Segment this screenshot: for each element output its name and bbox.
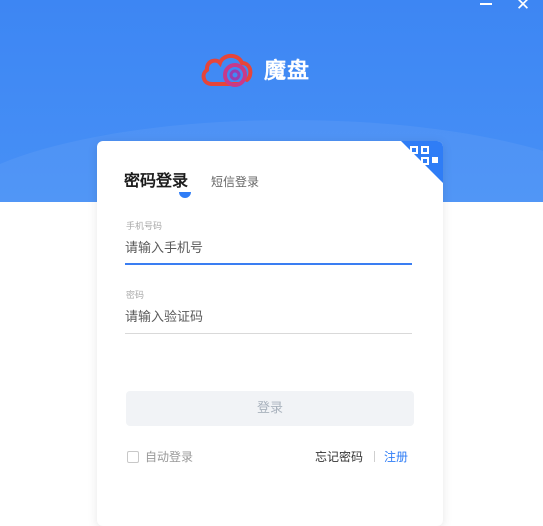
password-input[interactable] xyxy=(125,303,411,331)
close-icon: ✕ xyxy=(515,0,531,15)
password-label: 密码 xyxy=(126,291,145,301)
forgot-password-link[interactable]: 忘记密码 xyxy=(315,448,363,465)
tab-sms-login[interactable]: 短信登录 xyxy=(211,173,259,190)
register-link[interactable]: 注册 xyxy=(384,448,408,465)
app-name: 魔盘 xyxy=(264,59,311,84)
auto-login-checkbox[interactable] xyxy=(127,450,139,463)
login-button[interactable]: 登录 xyxy=(126,391,414,426)
phone-input[interactable] xyxy=(125,234,411,262)
login-card: 密码登录 短信登录 手机号码 密码 登录 自动登录 忘记密码 注册 xyxy=(97,141,443,526)
cloud-disc-icon xyxy=(201,53,253,87)
close-button[interactable]: ✕ xyxy=(512,0,534,14)
link-divider xyxy=(374,451,375,462)
auto-login-label: 自动登录 xyxy=(145,450,194,464)
qr-code-icon[interactable] xyxy=(401,141,443,183)
login-options: 自动登录 忘记密码 注册 xyxy=(127,448,411,466)
active-tab-indicator xyxy=(179,192,191,198)
phone-underline xyxy=(125,263,412,265)
auto-login-option[interactable]: 自动登录 xyxy=(127,448,193,465)
minimize-button[interactable] xyxy=(475,0,497,14)
brand: 魔盘 xyxy=(198,46,310,92)
tab-password-login[interactable]: 密码登录 xyxy=(124,167,188,191)
phone-label: 手机号码 xyxy=(126,222,163,232)
password-underline xyxy=(125,333,412,334)
